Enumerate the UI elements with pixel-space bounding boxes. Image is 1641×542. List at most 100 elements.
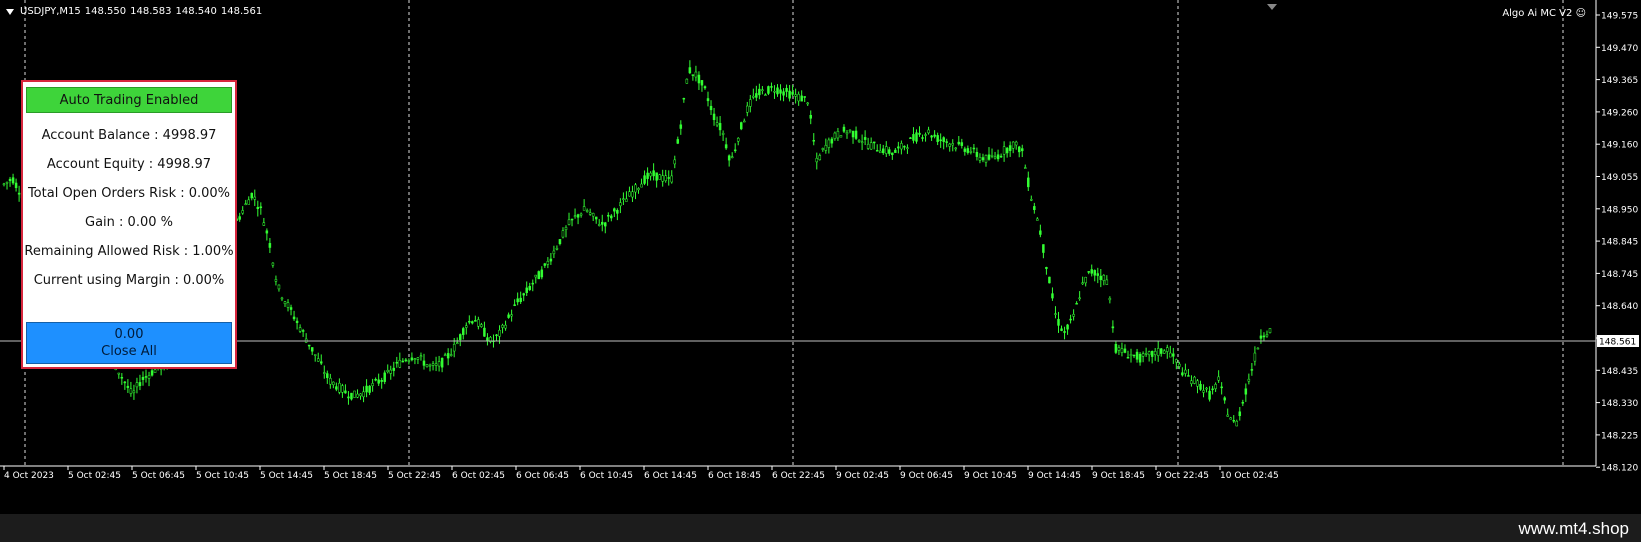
candle-body [773,90,776,93]
candle-body [335,386,338,390]
candle-body [809,114,812,119]
current-price-tag: 148.561 [1597,335,1639,348]
candle-body [918,132,921,135]
candle-body [634,184,637,193]
candle-body [954,147,958,150]
candle-body [1108,297,1112,301]
candle-body [818,155,822,161]
y-tick-label: 149.470 [1601,44,1638,54]
candle-body [894,149,897,153]
ohlc-close: 148.561 [220,6,263,17]
candle-body [652,170,655,177]
candle-body [277,284,281,290]
candle-body [1084,276,1087,284]
candle-body [963,148,967,152]
candle-body [749,99,752,107]
candle-body [1138,353,1142,363]
candle-body [1087,271,1090,273]
candle-body [993,156,997,159]
candle-body [1030,199,1033,201]
candle-body [948,143,951,147]
chart-menu-triangle-icon[interactable] [6,8,14,15]
candle-body [320,361,323,364]
candle-body [8,178,12,182]
candle-body [661,175,664,182]
candle-body [1036,218,1039,221]
candle-body [11,177,15,184]
candle-body [465,325,468,328]
x-tick-label: 5 Oct 18:45 [324,471,377,481]
candle-body [990,155,994,157]
x-tick-label: 5 Oct 02:45 [68,471,121,481]
auto-trading-status-button[interactable]: Auto Trading Enabled [26,87,232,113]
candle-body [628,191,631,197]
candle-body [1156,348,1160,356]
candle-body [721,133,725,135]
candle-body [730,156,734,159]
candle-body [425,364,429,367]
y-tick-label: 149.365 [1601,76,1638,86]
candle-body [483,327,486,337]
candle-body [5,181,9,184]
candle-body [1172,353,1175,357]
candle-body [1235,421,1239,427]
candle-body [649,172,652,177]
candle-body [691,74,695,76]
y-tick-label: 148.950 [1601,205,1638,215]
candle-body [718,123,722,131]
candle-body [1187,375,1190,377]
candle-body [1123,348,1127,353]
candle-body [616,210,619,214]
candle-body [1090,269,1093,274]
candle-body [872,141,876,144]
close-all-button[interactable]: 0.00 Close All [26,322,232,364]
candle-body [1253,352,1257,362]
y-tick-label: 149.575 [1601,12,1638,22]
open-orders-risk-text: Total Open Orders Risk : 0.00% [27,186,231,201]
candle-body [338,382,341,393]
candle-body [785,88,788,92]
candle-body [253,196,257,200]
candle-body [579,213,583,216]
footer-bar: www.mt4.shop [0,514,1641,542]
candle-body [845,132,849,135]
candle-body [295,320,299,323]
candle-body [597,224,601,226]
grid-lines [24,0,1564,466]
expert-advisor-label[interactable]: Algo Ai MC V2 ☺ [1502,8,1586,19]
candle-body [144,376,148,378]
candle-body [323,372,326,374]
candle-body [525,287,528,293]
candle-body [1102,275,1106,281]
candle-body [960,142,964,146]
candle-body [643,175,646,184]
close-all-value: 0.00 [114,327,144,342]
candle-body [604,222,607,227]
candle-body [631,191,634,198]
candle-body [897,146,900,149]
candle-body [519,297,522,302]
candle-body [1129,354,1133,357]
candle-body [591,213,595,217]
candle-body [712,113,716,121]
candle-body [594,216,598,220]
price-chart[interactable]: 149.575 149.470 149.365 149.260 149.160 149.0… [0,0,1641,514]
candle-body [1211,388,1214,391]
candle-body [676,139,680,144]
candle-body [286,302,290,308]
candle-body [625,198,628,202]
x-tick-label: 9 Oct 18:45 [1092,471,1145,481]
candle-body [1069,318,1072,321]
candle-body [739,122,743,130]
candle-body [1014,141,1018,146]
y-tick-label: 149.160 [1601,141,1638,151]
x-tick-label: 5 Oct 10:45 [196,471,249,481]
chart-area[interactable]: 149.575 149.470 149.365 149.260 149.160 149.0… [0,0,1641,514]
candle-body [510,314,513,317]
x-tick-label: 5 Oct 22:45 [388,471,441,481]
candle-body [501,324,504,328]
candle-body [996,154,1000,160]
candle-body [1262,335,1266,338]
close-all-label: Close All [101,344,157,359]
candle-body [857,140,861,142]
